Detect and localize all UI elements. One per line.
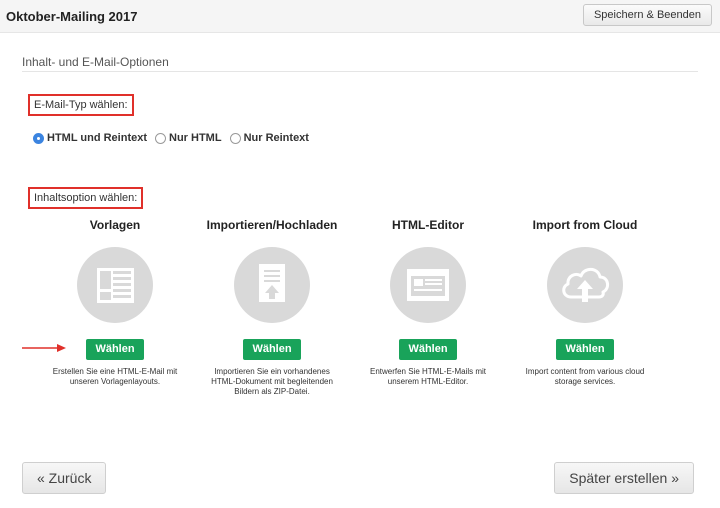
option-title: Import from Cloud: [532, 218, 638, 232]
red-arrow-icon: [22, 344, 66, 352]
option-title: Importieren/Hochladen: [206, 218, 338, 232]
option-description: Import content from various cloud storag…: [525, 367, 645, 386]
template-icon: [77, 247, 153, 323]
choose-cloud-button[interactable]: Wählen: [556, 339, 614, 360]
option-html-editor: HTML-Editor Wählen Entwerfen Sie HTML-E-…: [353, 218, 503, 387]
section-divider: [22, 71, 698, 72]
option-title: Vorlagen: [89, 218, 141, 232]
mailing-title: Oktober-Mailing 2017: [6, 9, 138, 24]
choose-import-button[interactable]: Wählen: [243, 339, 301, 360]
option-templates: Vorlagen Wählen Erstellen Sie eine HTML-…: [40, 218, 190, 387]
radio-button[interactable]: [155, 132, 167, 144]
create-later-button[interactable]: Später erstellen »: [554, 462, 694, 494]
section-title: Inhalt- und E-Mail-Optionen: [22, 55, 169, 69]
radio-label: Nur HTML: [169, 132, 222, 144]
radio-button[interactable]: [229, 132, 241, 144]
upload-document-icon: [234, 247, 310, 323]
cloud-upload-icon: [547, 247, 623, 323]
editor-window-icon: [390, 247, 466, 323]
option-description: Entwerfen Sie HTML-E-Mails mit unserem H…: [369, 367, 487, 386]
radio-label: HTML und Reintext: [47, 132, 148, 144]
radio-label: Nur Reintext: [243, 132, 309, 144]
save-and-exit-button[interactable]: Speichern & Beenden: [582, 4, 712, 26]
choose-templates-button[interactable]: Wählen: [86, 339, 144, 360]
option-import-cloud: Import from Cloud Wählen Import content …: [510, 218, 660, 387]
back-button[interactable]: « Zurück: [22, 462, 107, 494]
radio-button-selected[interactable]: [33, 132, 44, 144]
top-bar: Oktober-Mailing 2017 Speichern & Beenden: [0, 0, 720, 33]
option-description: Erstellen Sie eine HTML-E-Mail mit unser…: [52, 367, 178, 386]
radio-html-and-text[interactable]: HTML und Reintext: [33, 132, 147, 144]
content-option-label: Inhaltsoption wählen:: [28, 187, 144, 209]
option-title: HTML-Editor: [392, 218, 464, 232]
email-type-label: E-Mail-Typ wählen:: [28, 94, 134, 116]
radio-text-only[interactable]: Nur Reintext: [229, 132, 309, 144]
email-type-radio-group: HTML und Reintext Nur HTML Nur Reintext: [33, 132, 317, 144]
option-description: Importieren Sie ein vorhandenes HTML-Dok…: [211, 367, 333, 396]
option-import-upload: Importieren/Hochladen Wählen Importieren…: [197, 218, 347, 397]
radio-html-only[interactable]: Nur HTML: [155, 132, 222, 144]
choose-editor-button[interactable]: Wählen: [399, 339, 457, 360]
